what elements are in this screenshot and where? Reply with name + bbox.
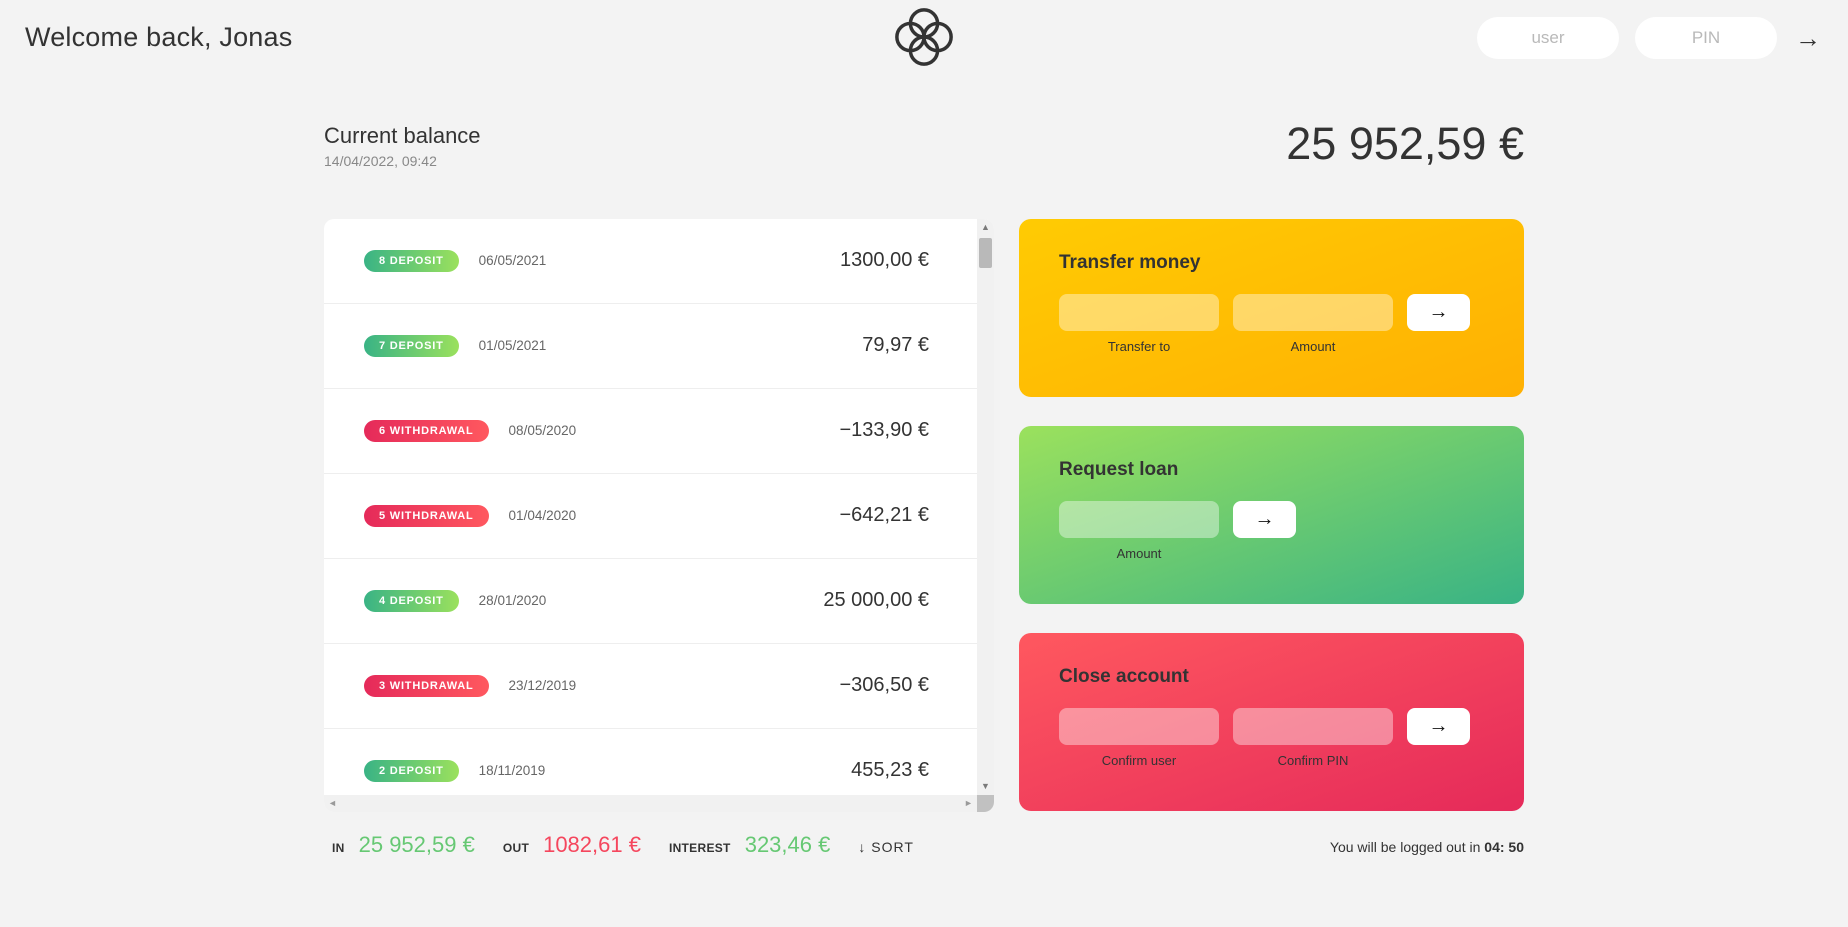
close-pin-input[interactable] [1233, 708, 1393, 745]
login-user-input[interactable] [1477, 17, 1619, 59]
close-submit-button[interactable]: → [1407, 708, 1470, 745]
movement-type-badge: 6 WITHDRAWAL [364, 420, 489, 442]
movement-date: 28/01/2020 [479, 593, 547, 608]
balance-date: 14/04/2022, 09:42 [324, 153, 481, 169]
balance-value: 25 952,59 € [1286, 119, 1524, 169]
movements-panel: 8 DEPOSIT 06/05/2021 1300,00 € 7 DEPOSIT… [324, 219, 994, 812]
movement-date: 18/11/2019 [479, 763, 546, 778]
movement-type-badge: 8 DEPOSIT [364, 250, 459, 272]
login-pin-input[interactable] [1635, 17, 1777, 59]
movement-row: 6 WITHDRAWAL 08/05/2020 −133,90 € [324, 389, 977, 474]
vertical-scrollbar[interactable]: ▲ ▼ [977, 219, 994, 795]
logout-timer-value: 04: 50 [1484, 839, 1524, 855]
login-form: → [1477, 17, 1823, 59]
loan-title: Request loan [1059, 459, 1484, 481]
scroll-down-icon[interactable]: ▼ [977, 778, 994, 795]
movement-row: 2 DEPOSIT 18/11/2019 455,23 € [324, 729, 977, 795]
movement-type-badge: 5 WITHDRAWAL [364, 505, 489, 527]
movement-value: −133,90 € [839, 419, 929, 442]
welcome-message: Welcome back, Jonas [25, 22, 292, 53]
request-loan-box: Request loan → Amount [1019, 426, 1524, 604]
summary-in-value: 25 952,59 € [359, 832, 475, 858]
transfer-title: Transfer money [1059, 252, 1484, 274]
movement-type-badge: 3 WITHDRAWAL [364, 675, 489, 697]
close-pin-label: Confirm PIN [1233, 753, 1393, 768]
movement-row: 3 WITHDRAWAL 23/12/2019 −306,50 € [324, 644, 977, 729]
movement-date: 01/05/2021 [479, 338, 547, 353]
movement-date: 01/04/2020 [509, 508, 577, 523]
movement-value: 25 000,00 € [823, 589, 929, 612]
transfer-amount-input[interactable] [1233, 294, 1393, 331]
movement-date: 08/05/2020 [509, 423, 577, 438]
scroll-up-icon[interactable]: ▲ [977, 219, 994, 236]
transfer-amount-label: Amount [1233, 339, 1393, 354]
summary-in-label: IN [332, 841, 345, 855]
balance-section: Current balance 14/04/2022, 09:42 25 952… [324, 119, 1524, 169]
movement-row: 8 DEPOSIT 06/05/2021 1300,00 € [324, 219, 977, 304]
summary-interest-label: INTEREST [669, 841, 731, 855]
scroll-left-icon[interactable]: ◄ [324, 795, 341, 812]
bankist-logo-icon [893, 6, 955, 73]
transfer-submit-button[interactable]: → [1407, 294, 1470, 331]
operations-column: Transfer money → Transfer to Amount Requ… [1019, 219, 1524, 812]
close-user-label: Confirm user [1059, 753, 1219, 768]
movement-row: 5 WITHDRAWAL 01/04/2020 −642,21 € [324, 474, 977, 559]
summary-interest-value: 323,46 € [745, 832, 831, 858]
loan-amount-label: Amount [1059, 546, 1219, 561]
close-user-input[interactable] [1059, 708, 1219, 745]
transfer-to-label: Transfer to [1059, 339, 1219, 354]
login-arrow-button[interactable]: → [1793, 25, 1823, 51]
movement-value: 79,97 € [862, 334, 929, 357]
summary-out-value: 1082,61 € [543, 832, 641, 858]
transfer-money-box: Transfer money → Transfer to Amount [1019, 219, 1524, 397]
movement-row: 4 DEPOSIT 28/01/2020 25 000,00 € [324, 559, 977, 644]
loan-amount-input[interactable] [1059, 501, 1219, 538]
logout-timer-text: You will be logged out in 04: 50 [1330, 839, 1524, 855]
movement-date: 06/05/2021 [479, 253, 547, 268]
movement-row: 7 DEPOSIT 01/05/2021 79,97 € [324, 304, 977, 389]
summary-out-label: OUT [503, 841, 529, 855]
movement-type-badge: 7 DEPOSIT [364, 335, 459, 357]
movement-type-badge: 2 DEPOSIT [364, 760, 459, 782]
movement-value: 455,23 € [851, 759, 929, 782]
close-title: Close account [1059, 666, 1484, 688]
vertical-scroll-thumb[interactable] [979, 238, 992, 268]
scrollbar-corner [977, 795, 994, 812]
loan-submit-button[interactable]: → [1233, 501, 1296, 538]
sort-button[interactable]: ↓ SORT [858, 839, 914, 855]
scroll-right-icon[interactable]: ► [960, 795, 977, 812]
close-account-box: Close account → Confirm user Confirm PIN [1019, 633, 1524, 811]
movements-list: 8 DEPOSIT 06/05/2021 1300,00 € 7 DEPOSIT… [324, 219, 977, 795]
movement-date: 23/12/2019 [509, 678, 577, 693]
top-nav: Welcome back, Jonas → [0, 0, 1848, 75]
horizontal-scrollbar[interactable]: ◄ ► [324, 795, 977, 812]
summary-bar: IN 25 952,59 € OUT 1082,61 € INTEREST 32… [324, 832, 914, 858]
transfer-to-input[interactable] [1059, 294, 1219, 331]
movement-value: −306,50 € [839, 674, 929, 697]
movement-type-badge: 4 DEPOSIT [364, 590, 459, 612]
app-container: Current balance 14/04/2022, 09:42 25 952… [324, 119, 1524, 858]
movement-value: −642,21 € [839, 504, 929, 527]
balance-label: Current balance [324, 123, 481, 149]
movement-value: 1300,00 € [840, 249, 929, 272]
